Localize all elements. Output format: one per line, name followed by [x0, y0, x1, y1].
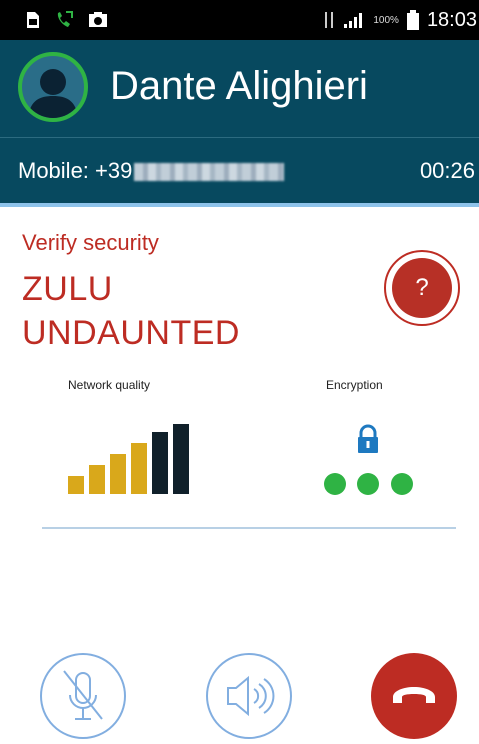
phone-number-label: Mobile: +39 — [18, 158, 133, 183]
network-quality-label: Network quality — [68, 378, 151, 392]
status-bar-notifications — [26, 10, 108, 30]
call-forward-icon — [57, 11, 73, 27]
help-button[interactable]: ? — [384, 250, 460, 326]
signal-bar-2 — [89, 465, 105, 494]
microphone-off-icon — [63, 670, 103, 720]
call-info-bar: Mobile: +39 00:26 — [0, 137, 479, 204]
signal-strength-icon — [344, 13, 363, 28]
sas-word-2: UNDAUNTED — [22, 314, 240, 352]
signal-bar-1 — [68, 476, 84, 494]
lock-icon — [358, 424, 378, 453]
phone-hangup-icon — [393, 687, 435, 703]
gallery-icon — [89, 12, 107, 27]
sas-word-1: ZULU — [22, 270, 113, 308]
signal-bar-6 — [173, 424, 189, 494]
sim-card-icon — [27, 12, 39, 28]
phone-number: Mobile: +39 — [18, 158, 285, 184]
speaker-icon — [227, 675, 275, 717]
contact-name: Dante Alighieri — [110, 64, 368, 108]
speaker-button[interactable] — [206, 653, 292, 739]
signal-bar-3 — [110, 454, 126, 494]
end-call-button[interactable] — [371, 653, 457, 739]
status-bar: 100% 18:03 — [0, 0, 479, 40]
data-transfer-icon — [325, 12, 334, 28]
person-icon — [28, 69, 78, 118]
call-timer: 00:26 — [419, 158, 475, 183]
encryption-dots — [324, 473, 413, 495]
battery-icon — [406, 10, 419, 30]
signal-bar-4 — [131, 443, 147, 494]
header-divider — [0, 203, 479, 207]
mute-button[interactable] — [40, 653, 126, 739]
question-mark-icon: ? — [392, 258, 452, 318]
redacted-number — [134, 163, 285, 182]
clock: 18:03 — [426, 8, 477, 31]
contact-avatar — [18, 52, 88, 122]
encryption-label: Encryption — [326, 378, 383, 392]
signal-bar-5 — [152, 432, 168, 494]
verify-security-label: Verify security — [22, 230, 159, 255]
call-header: Dante Alighieri — [0, 40, 479, 137]
content-divider — [42, 527, 456, 529]
status-bar-system: 100% 18:03 — [323, 8, 479, 32]
battery-percent: 100% — [373, 14, 399, 26]
